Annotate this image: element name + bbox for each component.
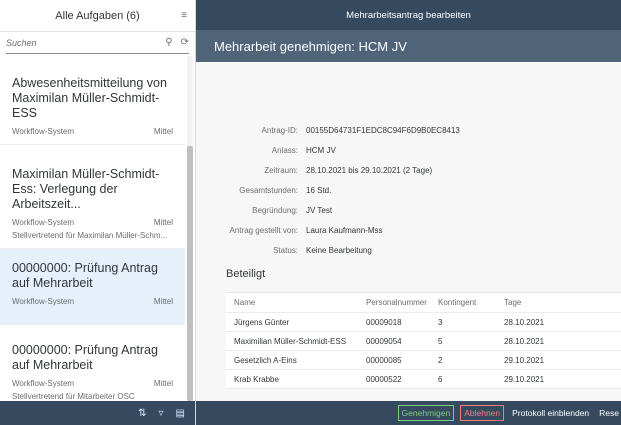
list-item-title: Abwesenheitsmitteilung von Maximilan Mül… [12,76,167,120]
scrollbar-thumb[interactable] [187,146,193,401]
group-icon[interactable]: ▤ [176,408,185,419]
list-item-creator: Workflow-System [12,297,75,306]
field-row: Begründung: JV Test [196,200,621,220]
field-value: HCM JV [306,145,336,155]
list-item-priority: Mittel [153,297,173,306]
list-item-substitute: Stellvertretend für Maximilan Müller-Sch… [12,231,168,240]
object-header: Mehrarbeit genehmigen: HCM JV [196,30,621,62]
table-row[interactable]: Gesetzlich A-Eins 00000085 2 29.10.2021 [226,351,621,370]
participants-table: Name Personalnummer Kontingent Tage Jürg… [226,292,621,389]
list-item-selected[interactable]: 00000000: Prüfung Antrag auf Mehrarbeit … [0,249,185,325]
table-cell: 5 [438,336,443,346]
field-value: JV Test [306,205,333,215]
column-header[interactable]: Tage [504,298,621,307]
table-cell: 28.10.2021 [504,317,545,327]
field-value: 16 Std. [306,185,332,195]
table-row[interactable]: Jürgens Günter 00009018 3 28.10.2021 [226,313,621,332]
refresh-icon[interactable]: ⟳ [181,37,189,48]
field-value: 00155D64731F1EDC8C94F6D9B0EC8413 [306,125,460,135]
field-label: Gesamtstunden: [239,185,298,195]
show-log-button[interactable]: Protokoll einblenden [510,406,591,420]
list-item-title: 00000000: Prüfung Antrag auf Mehrarbeit [12,261,158,290]
column-header[interactable]: Name [226,298,366,307]
list-item-title: 00000000: Prüfung Antrag auf Mehrarbeit [12,343,158,372]
table-cell: Gesetzlich A-Eins [234,355,297,365]
field-row: Status: Keine Bearbeitung [196,240,621,260]
table-cell: 3 [438,317,443,327]
table-cell: Maximilian Müller-Schmidt-ESS [234,336,347,346]
list-item-creator: Workflow-System [12,127,75,136]
master-list-panel: Alle Aufgaben (6) ≡ Suchen ⚲ ⟳ Abwesenhe… [0,0,196,425]
search-icon[interactable]: ⚲ [165,37,172,48]
reject-button[interactable]: Ablehnen [460,405,505,421]
section-title: Beteiligt [226,268,266,280]
list-item[interactable]: Abwesenheitsmitteilung von Maximilan Mül… [0,56,185,145]
column-header[interactable]: Kontingent [438,298,504,307]
list-item[interactable]: Maximilan Müller-Schmidt-Ess: Verlegung … [0,145,185,249]
field-row: Zeitraum: 28.10.2021 bis 29.10.2021 (2 T… [196,160,621,180]
field-value: Laura Kaufmann-Mss [306,225,383,235]
detail-panel: Mehrarbeitsantrag bearbeiten Mehrarbeit … [196,0,621,425]
field-row: Gesamtstunden: 16 Std. [196,180,621,200]
list-item-creator: Workflow-System [12,379,75,388]
approve-button[interactable]: Genehmigen [397,405,455,421]
field-label: Status: [273,245,298,255]
master-footer: ⇅ ▿ ▤ [0,401,195,425]
action-footer: Genehmigen Ablehnen Protokoll einblenden… [196,401,621,425]
field-value: 28.10.2021 bis 29.10.2021 (2 Tage) [306,165,433,175]
filter-icon[interactable]: ▿ [159,408,164,419]
list-item-priority: Mittel [153,379,173,388]
list-item-substitute: Stellvertretend für Mitarbeiter OSC [12,392,135,401]
table-cell: Jürgens Günter [234,317,290,327]
table-cell: 6 [438,374,443,384]
master-title: Alle Aufgaben (6) [55,9,140,22]
shell-title: Mehrarbeitsantrag bearbeiten [346,9,471,21]
field-row: Anlass: HCM JV [196,140,621,160]
request-details-form: Antrag-ID: 00155D64731F1EDC8C94F6D9B0EC8… [196,120,621,260]
table-cell: Krab Krabbe [234,374,279,384]
field-row: Antrag-ID: 00155D64731F1EDC8C94F6D9B0EC8… [196,120,621,140]
list-item-creator: Workflow-System [12,218,75,227]
table-cell: 00000522 [366,374,402,384]
table-row[interactable]: Krab Krabbe 00000522 6 29.10.2021 [226,370,621,389]
field-value: Keine Bearbeitung [306,245,372,255]
page-title: Mehrarbeit genehmigen: HCM JV [214,38,407,54]
more-action-button[interactable]: Rese [597,406,621,420]
task-list: Abwesenheitsmitteilung von Maximilan Mül… [0,56,185,401]
field-label: Antrag gestellt von: [229,225,298,235]
list-item-priority: Mittel [153,218,173,227]
search-field[interactable]: Suchen ⚲ ⟳ [6,32,189,54]
table-header-row: Name Personalnummer Kontingent Tage [226,293,621,313]
table-cell: 2 [438,355,443,365]
table-cell: 28.10.2021 [504,336,545,346]
list-item[interactable]: 00000000: Prüfung Antrag auf Mehrarbeit … [0,325,185,401]
field-label: Begründung: [252,205,298,215]
table-cell: 29.10.2021 [504,355,545,365]
field-label: Zeitraum: [264,165,298,175]
table-cell: 29.10.2021 [504,374,545,384]
field-row: Antrag gestellt von: Laura Kaufmann-Mss [196,220,621,240]
list-scrollbar[interactable] [187,56,193,401]
table-cell: 00000085 [366,355,402,365]
field-label: Antrag-ID: [261,125,298,135]
shell-bar: Mehrarbeitsantrag bearbeiten [196,0,621,30]
field-label: Anlass: [271,145,298,155]
list-item-priority: Mittel [153,127,173,136]
column-header[interactable]: Personalnummer [366,298,438,307]
sort-icon[interactable]: ≡ [181,10,187,21]
table-row[interactable]: Maximilian Müller-Schmidt-ESS 00009054 5… [226,332,621,351]
sort-arrows-icon[interactable]: ⇅ [138,408,146,419]
table-cell: 00009018 [366,317,402,327]
list-item-title: Maximilan Müller-Schmidt-Ess: Verlegung … [12,167,160,211]
master-header: Alle Aufgaben (6) ≡ [0,0,195,32]
table-cell: 00009054 [366,336,402,346]
search-input[interactable]: Suchen [6,38,157,48]
